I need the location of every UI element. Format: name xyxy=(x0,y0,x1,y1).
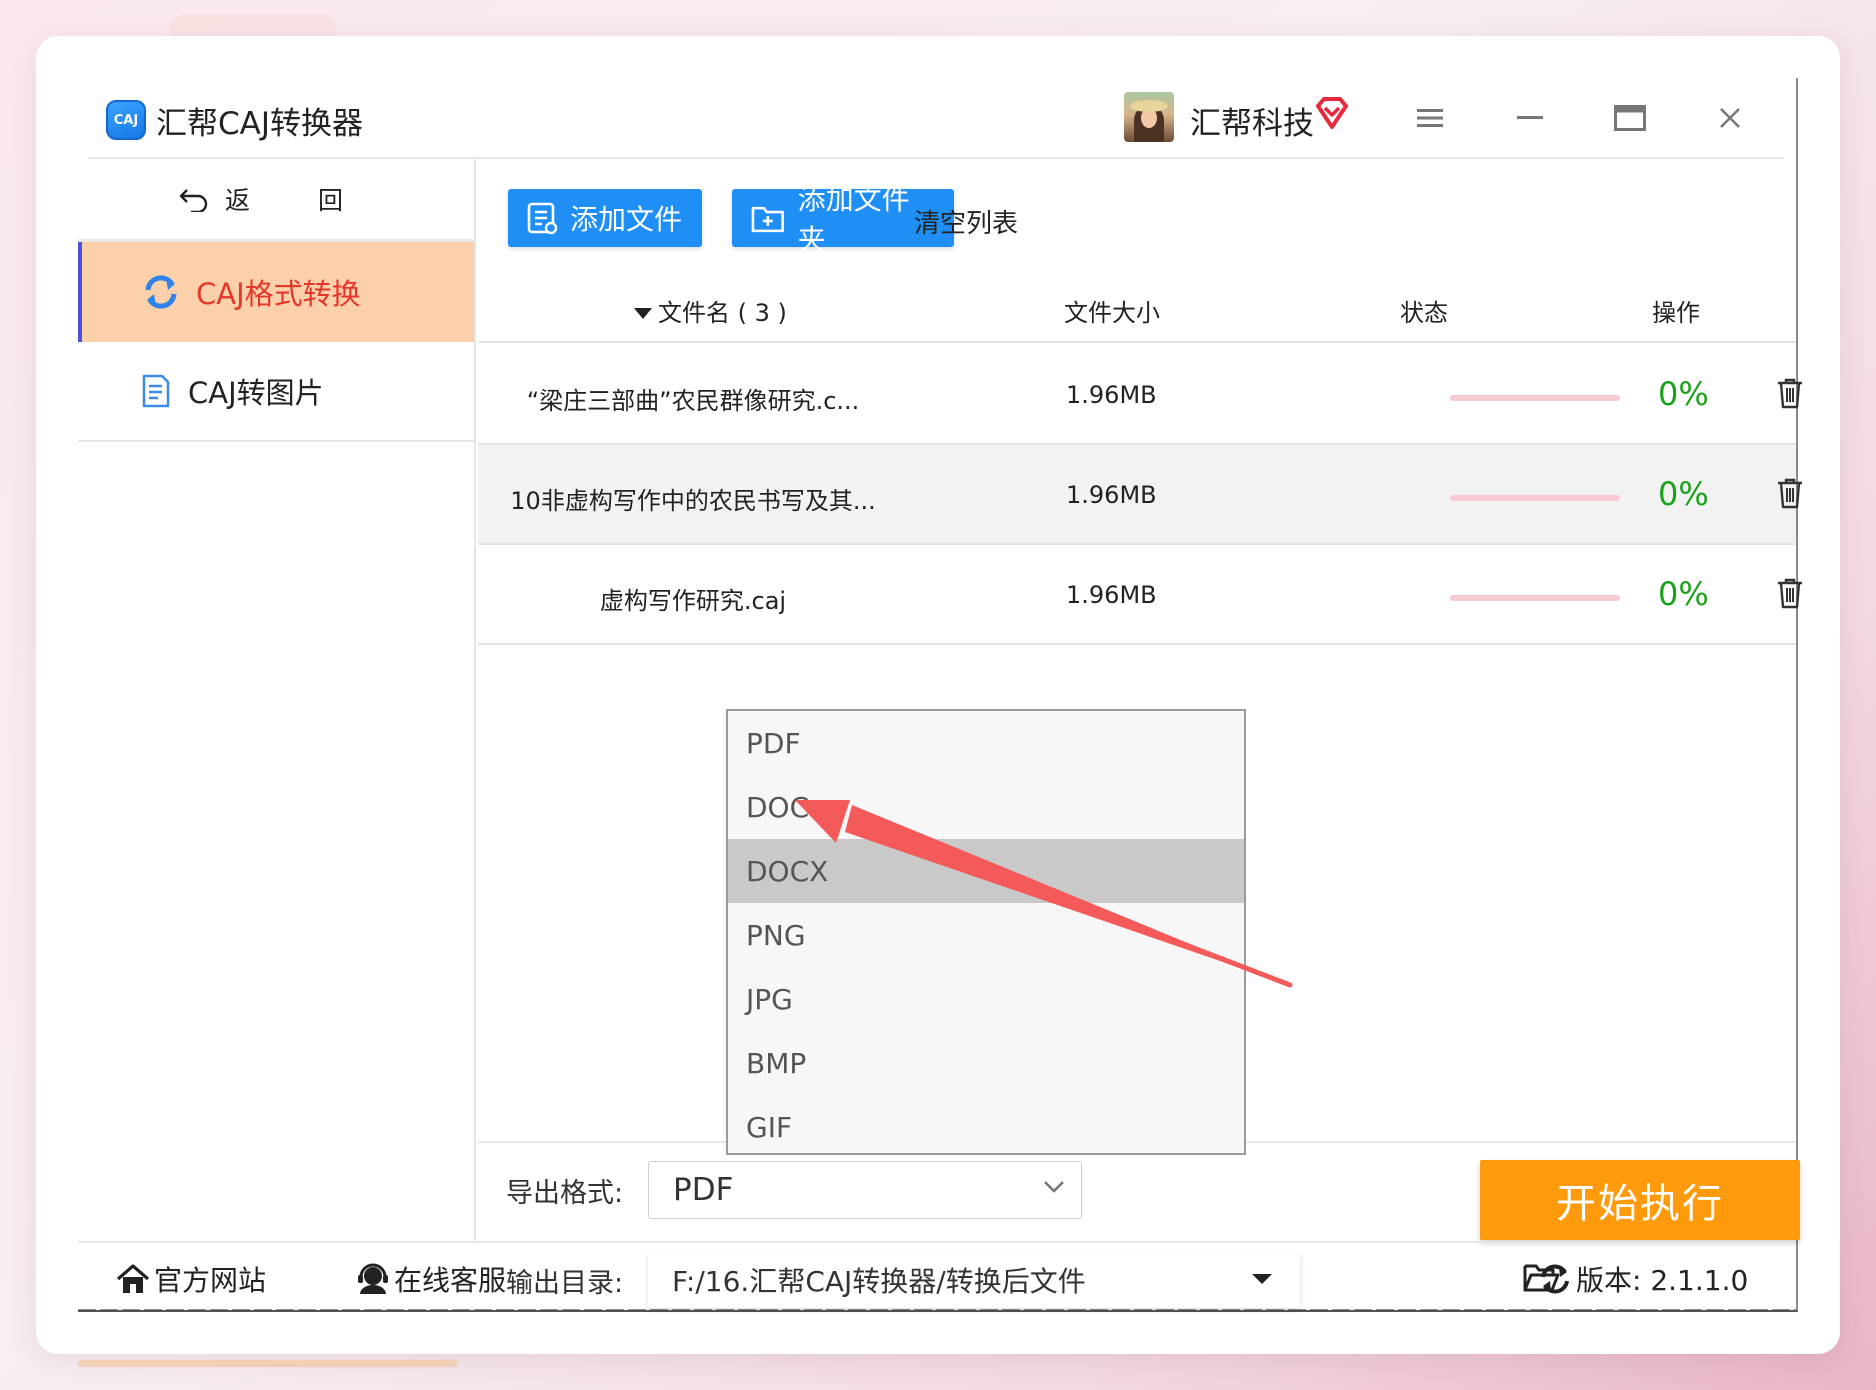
maximize-button[interactable] xyxy=(1608,96,1652,140)
header-filesize: 文件大小 xyxy=(1064,299,1160,327)
back-button[interactable]: 返 回 xyxy=(78,159,474,239)
format-option-highlighted[interactable]: DOCX xyxy=(728,839,1244,903)
format-dropdown-list: PDF DOC DOCX PNG JPG BMP GIF xyxy=(726,709,1246,1155)
back-label: 返 回 xyxy=(225,186,373,215)
user-avatar[interactable] xyxy=(1124,92,1174,142)
vip-diamond-icon[interactable] xyxy=(1314,96,1350,130)
file-list-icon xyxy=(527,202,558,235)
format-option[interactable]: BMP xyxy=(728,1031,1244,1095)
company-name: 汇帮科技 xyxy=(1190,106,1314,142)
progress-bar xyxy=(1450,495,1620,501)
sidebar-item-label: CAJ转图片 xyxy=(188,376,324,410)
sort-down-icon xyxy=(634,308,652,319)
close-button[interactable] xyxy=(1708,96,1752,140)
title-bar: CAJ 汇帮CAJ转换器 汇帮科技 xyxy=(78,78,1796,159)
add-file-label: 添加文件 xyxy=(570,203,683,236)
chevron-down-icon xyxy=(1044,1181,1064,1193)
app-logo-icon: CAJ xyxy=(106,100,146,140)
format-option[interactable]: PDF xyxy=(728,711,1244,775)
support-link[interactable]: 在线客服 xyxy=(356,1259,506,1299)
trash-icon[interactable] xyxy=(1776,377,1804,409)
file-name: “梁庄三部曲”农民群像研究.c... xyxy=(526,387,860,415)
background-strip xyxy=(78,1360,458,1367)
app-window: CAJ 汇帮CAJ转换器 汇帮科技 返 回 CAJ格式转换 CAJ转图片 添加文… xyxy=(78,78,1802,1312)
version-info[interactable]: 版本: 2.1.1.0 xyxy=(1538,1259,1748,1299)
table-row[interactable]: 10非虚构写作中的农民书写及其... 1.96MB 0% xyxy=(478,445,1802,545)
format-option[interactable]: JPG xyxy=(728,967,1244,1031)
progress-bar xyxy=(1450,395,1620,401)
folder-add-icon xyxy=(751,206,784,233)
progress-bar xyxy=(1450,595,1620,601)
minimize-icon xyxy=(1517,116,1543,119)
sidebar: 返 回 CAJ格式转换 CAJ转图片 xyxy=(78,159,476,1241)
export-format-select[interactable]: PDF xyxy=(648,1161,1082,1219)
menu-button[interactable] xyxy=(1408,96,1452,140)
update-sync-icon xyxy=(1541,1264,1569,1294)
support-label: 在线客服 xyxy=(394,1264,507,1297)
sidebar-item-caj-image[interactable]: CAJ转图片 xyxy=(78,342,474,442)
file-name: 10非虚构写作中的农民书写及其... xyxy=(510,487,876,515)
header-filename[interactable]: 文件名 ( 3 ) xyxy=(634,293,787,328)
format-option[interactable]: DOC xyxy=(728,775,1244,839)
trash-icon[interactable] xyxy=(1776,577,1804,609)
hamburger-icon xyxy=(1417,109,1443,127)
file-size: 1.96MB xyxy=(1066,581,1157,609)
table-row[interactable]: “梁庄三部曲”农民群像研究.c... 1.96MB 0% xyxy=(478,345,1802,445)
progress-percent: 0% xyxy=(1658,475,1709,513)
website-label: 官方网站 xyxy=(154,1264,267,1297)
close-icon xyxy=(1720,108,1740,128)
website-link[interactable]: 官方网站 xyxy=(116,1259,266,1299)
format-option[interactable]: GIF xyxy=(728,1095,1244,1159)
start-button[interactable]: 开始执行 xyxy=(1480,1160,1800,1240)
table-header: 文件名 ( 3 ) 文件大小 状态 操作 xyxy=(478,269,1796,343)
clear-list-button[interactable]: 清空列表 xyxy=(914,203,1018,240)
minimize-button[interactable] xyxy=(1508,96,1552,140)
table-row[interactable]: 虚构写作研究.caj 1.96MB 0% xyxy=(478,545,1802,645)
file-size: 1.96MB xyxy=(1066,481,1157,509)
file-name: 虚构写作研究.caj xyxy=(599,587,787,615)
maximize-icon xyxy=(1614,105,1646,131)
add-file-button[interactable]: 添加文件 xyxy=(508,189,702,247)
header-status: 状态 xyxy=(1400,299,1448,327)
app-title: 汇帮CAJ转换器 xyxy=(156,106,363,142)
footer: 官方网站 在线客服 版本: 2.1.1.0 xyxy=(78,1241,1796,1311)
export-format-value: PDF xyxy=(673,1172,734,1208)
file-size: 1.96MB xyxy=(1066,381,1157,409)
format-option[interactable]: PNG xyxy=(728,903,1244,967)
header-action: 操作 xyxy=(1652,299,1700,327)
progress-percent: 0% xyxy=(1658,575,1709,613)
home-icon xyxy=(116,1264,150,1293)
sidebar-item-caj-format[interactable]: CAJ格式转换 xyxy=(78,242,474,342)
document-icon xyxy=(142,374,170,408)
headset-icon xyxy=(358,1263,388,1294)
sidebar-item-label: CAJ格式转换 xyxy=(196,277,361,311)
refresh-icon xyxy=(145,275,177,309)
progress-percent: 0% xyxy=(1658,375,1709,413)
trash-icon[interactable] xyxy=(1776,477,1804,509)
export-format-label: 导出格式: xyxy=(506,1178,624,1209)
back-arrow-icon xyxy=(179,189,208,212)
version-label: 版本: 2.1.1.0 xyxy=(1576,1264,1749,1297)
